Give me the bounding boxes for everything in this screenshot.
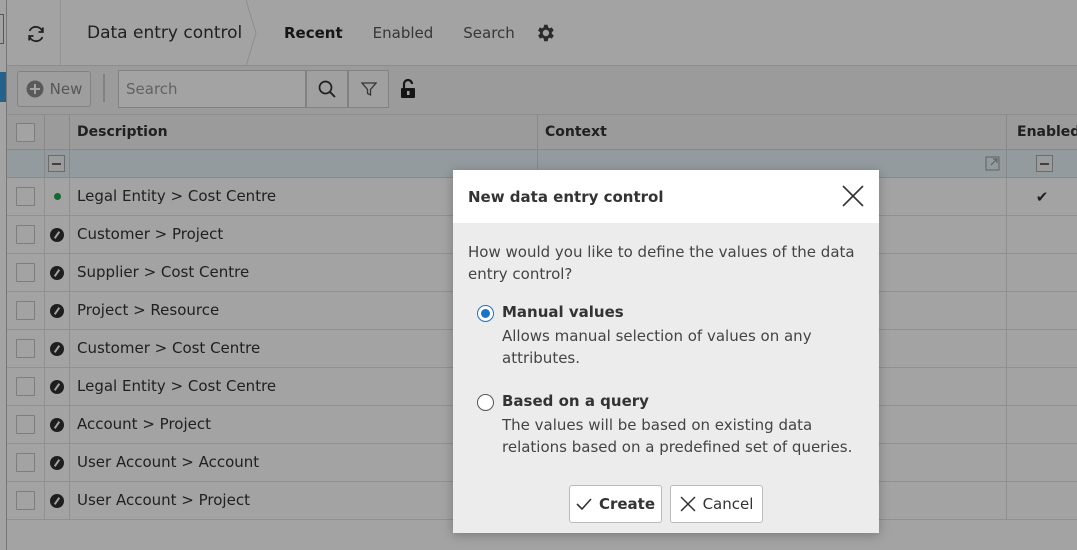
option-description: Allows manual selection of values on any… [502,327,812,367]
option-label: Manual values [502,303,624,321]
cancel-button[interactable]: Cancel [670,485,763,523]
option-description: The values will be based on existing dat… [502,416,853,456]
close-icon [680,496,696,512]
new-data-entry-control-dialog: New data entry control How would you lik… [453,170,879,533]
close-icon[interactable] [840,183,866,209]
option-based-on-query[interactable]: Based on a query The values will be base… [477,392,867,462]
cancel-button-label: Cancel [702,495,754,513]
radio-manual-values[interactable] [477,305,494,322]
radio-based-on-query[interactable] [477,394,494,411]
option-label: Based on a query [502,392,649,410]
create-button-label: Create [598,495,656,513]
dialog-header: New data entry control [453,170,879,223]
dialog-title: New data entry control [468,188,664,206]
dialog-question: How would you like to define the values … [468,243,855,283]
check-icon [576,498,592,511]
create-button[interactable]: Create [569,485,662,523]
option-manual-values[interactable]: Manual values Allows manual selection of… [477,303,867,373]
